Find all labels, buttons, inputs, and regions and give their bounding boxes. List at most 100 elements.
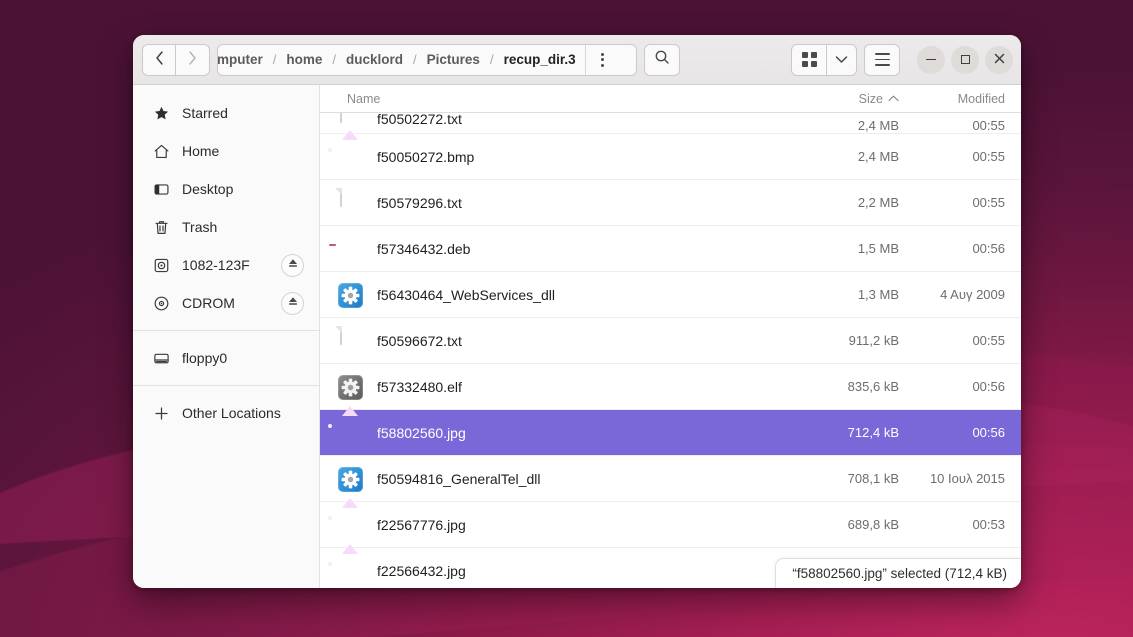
plus-icon: [153, 405, 170, 422]
file-modified: 00:53: [972, 517, 1005, 532]
view-options-button[interactable]: [827, 43, 857, 76]
column-header-name[interactable]: Name: [326, 92, 791, 106]
eject-button[interactable]: [281, 253, 304, 277]
sidebar-item-trash[interactable]: Trash: [139, 208, 313, 246]
desktop-background: Computer/home/ducklord/Pictures/recup_di…: [0, 0, 1133, 637]
file-size: 708,1 kB: [847, 471, 899, 486]
file-icon: [328, 405, 364, 447]
sidebar-item-cdrom[interactable]: CDROM: [139, 284, 313, 322]
file-modified: 00:56: [972, 425, 1005, 440]
sidebar-item-label: Desktop: [182, 181, 234, 197]
sidebar-item-floppy0[interactable]: floppy0: [139, 339, 313, 377]
column-headers: Name Size Modified: [320, 85, 1021, 113]
search-button[interactable]: [644, 43, 680, 76]
maximize-icon: [960, 55, 970, 64]
file-row[interactable]: f50596672.txt 911,2 kB 00:55: [320, 318, 1021, 364]
view-mode-group: [791, 43, 857, 76]
minimize-icon: [926, 58, 936, 61]
file-size: 911,2 kB: [848, 333, 899, 348]
file-name-cell: f56430464_WebServices_dll: [326, 281, 791, 309]
breadcrumb-item-home[interactable]: home: [277, 52, 331, 67]
grid-icon: [801, 52, 817, 67]
file-name-cell: f22566432.jpg: [326, 543, 791, 585]
file-icon: [338, 373, 364, 401]
file-size: 712,4 kB: [847, 425, 899, 440]
disc-icon: [153, 295, 170, 312]
sidebar-item-1082-123f[interactable]: 1082-123F: [139, 246, 313, 284]
grid-view-button[interactable]: [791, 43, 827, 76]
file-row[interactable]: f50594816_GeneralTel_dll 708,1 kB 10 Ιουλ …: [320, 456, 1021, 502]
file-icon: [328, 543, 364, 585]
breadcrumb-item-recup-dir-3[interactable]: recup_dir.3: [495, 52, 585, 67]
sidebar-item-label: 1082-123F: [182, 257, 250, 273]
star-icon: [153, 105, 170, 122]
sidebar-item-other-locations[interactable]: Other Locations: [139, 394, 313, 432]
eject-button[interactable]: [281, 291, 304, 315]
drive-icon: [153, 257, 170, 274]
file-modified: 00:55: [972, 195, 1005, 210]
file-name: f50050272.bmp: [377, 148, 475, 165]
close-icon: [994, 53, 1005, 66]
back-button[interactable]: [142, 43, 176, 76]
forward-button[interactable]: [176, 43, 210, 76]
file-row[interactable]: f50579296.txt 2,2 MB 00:55: [320, 180, 1021, 226]
sidebar-item-label: Home: [182, 143, 220, 159]
file-row[interactable]: f22567776.jpg 689,8 kB 00:53: [320, 497, 1021, 548]
trash-icon: [153, 219, 170, 236]
search-icon: [654, 49, 670, 70]
file-list-area: Name Size Modified f50502272.txt 2,4 MB 00…: [320, 85, 1021, 588]
file-modified: 00:55: [972, 118, 1005, 133]
file-name: f58802560.jpg: [377, 424, 466, 441]
file-name-cell: f50596672.txt: [326, 325, 791, 355]
sidebar-item-starred[interactable]: Starred: [139, 94, 313, 132]
hamburger-icon: [874, 53, 890, 66]
dll-gear-icon: [338, 466, 363, 492]
file-icon: [338, 465, 364, 493]
file-size: 2,2 MB: [857, 195, 899, 210]
column-header-size[interactable]: Size: [791, 92, 903, 106]
file-modified: 10 Ιουλ 2015: [929, 471, 1005, 486]
sidebar-item-label: CDROM: [182, 295, 235, 311]
file-name-cell: f57332480.elf: [326, 373, 791, 401]
sort-ascending-icon: [888, 94, 899, 104]
eject-icon: [287, 256, 299, 274]
dll-gear-icon: [338, 282, 363, 308]
file-name-cell: f58802560.jpg: [326, 405, 791, 447]
sidebar-divider: [133, 330, 319, 331]
file-icon: [328, 129, 364, 171]
main-menu-button[interactable]: [864, 43, 900, 76]
breadcrumb-list: Computer/home/ducklord/Pictures/recup_di…: [218, 45, 585, 75]
file-row[interactable]: f58802560.jpg 712,4 kB 00:56: [320, 405, 1021, 456]
sidebar-item-home[interactable]: Home: [139, 132, 313, 170]
file-name: f50594816_GeneralTel_dll: [377, 470, 541, 487]
breadcrumb: Computer/home/ducklord/Pictures/recup_di…: [217, 43, 637, 76]
chevron-right-icon: [188, 51, 197, 68]
sidebar-item-desktop[interactable]: Desktop: [139, 170, 313, 208]
minimize-button[interactable]: [917, 45, 945, 74]
column-header-modified[interactable]: Modified: [903, 92, 1021, 106]
file-icon: [329, 234, 364, 263]
elf-gear-icon: [338, 374, 363, 400]
more-options-icon: [600, 52, 604, 67]
close-button[interactable]: [985, 45, 1013, 74]
file-row[interactable]: f50050272.bmp 2,4 MB 00:55: [320, 129, 1021, 180]
file-rows[interactable]: f50502272.txt 2,4 MB 00:55 f50050272.bmp 2,4…: [320, 113, 1021, 588]
eject-icon: [287, 294, 299, 312]
breadcrumb-item-computer[interactable]: Computer: [218, 52, 272, 67]
breadcrumb-item-ducklord[interactable]: ducklord: [337, 52, 412, 67]
text-file-icon: [340, 113, 342, 123]
file-row[interactable]: f56430464_WebServices_dll 1,3 MB 4 Αυγ 200…: [320, 272, 1021, 318]
file-size: 835,6 kB: [847, 379, 899, 394]
sidebar-item-label: Starred: [182, 105, 228, 121]
sidebar-item-label: Other Locations: [182, 405, 281, 421]
breadcrumb-item-pictures[interactable]: Pictures: [418, 52, 489, 67]
file-modified: 00:56: [972, 379, 1005, 394]
maximize-button[interactable]: [951, 45, 979, 74]
file-row[interactable]: f57346432.deb 1,5 MB 00:56: [320, 226, 1021, 272]
file-name-cell: f50594816_GeneralTel_dll: [326, 465, 791, 493]
window-body: Starred Home Desktop Trash 1082-123F CDROM flo…: [133, 85, 1021, 588]
file-row[interactable]: f50502272.txt 2,4 MB 00:55: [320, 113, 1021, 134]
path-menu-button[interactable]: [584, 44, 619, 75]
file-row[interactable]: f57332480.elf 835,6 kB 00:56: [320, 364, 1021, 410]
file-modified: 4 Αυγ 2009: [940, 287, 1005, 302]
